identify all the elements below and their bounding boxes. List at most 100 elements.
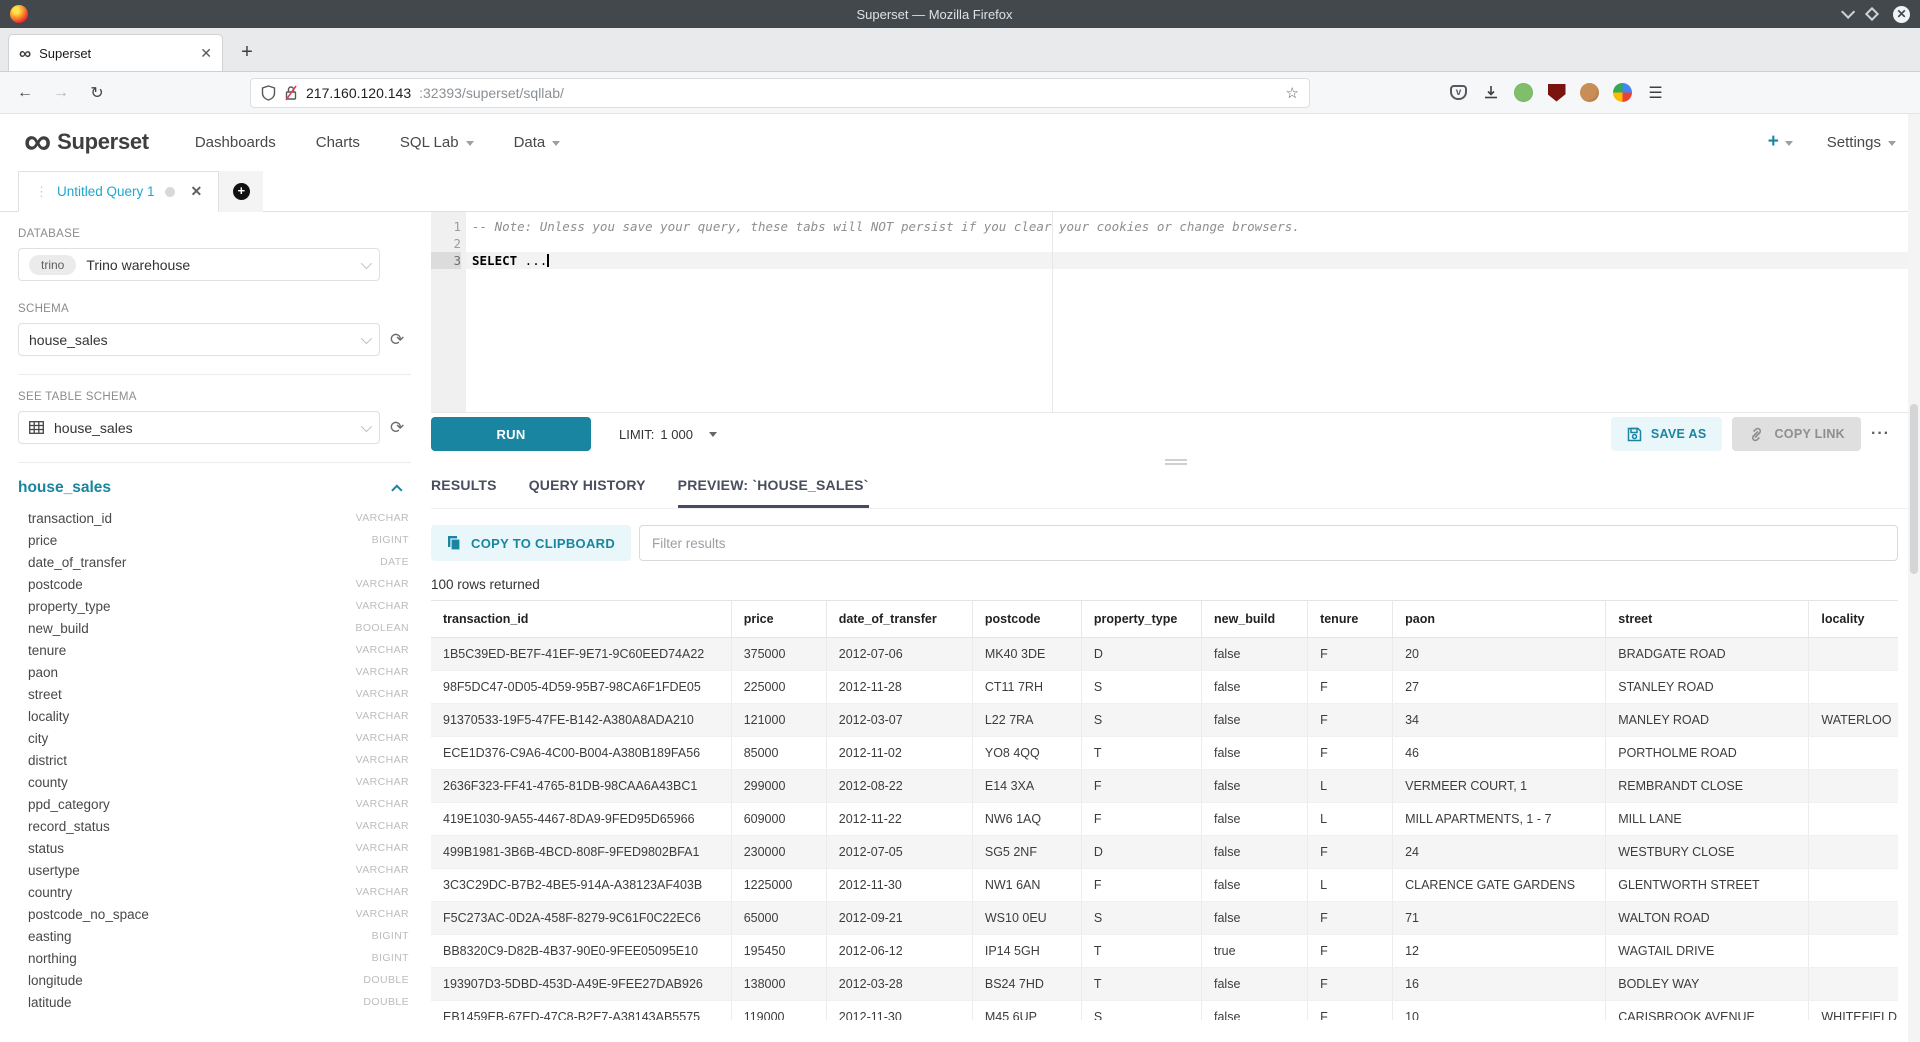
- table-cell: 34: [1393, 704, 1606, 737]
- resize-grip[interactable]: [431, 455, 1920, 469]
- collapse-chevron-icon[interactable]: [391, 484, 402, 495]
- editor-code[interactable]: -- Note: Unless you save your query, the…: [466, 212, 1920, 412]
- insecure-lock-icon[interactable]: [284, 85, 298, 101]
- column-item[interactable]: countyVARCHAR: [18, 771, 411, 793]
- table-cell: GLENTWORTH STREET: [1606, 869, 1809, 902]
- column-header[interactable]: transaction_id: [431, 601, 731, 638]
- bookmark-star-icon[interactable]: ☆: [1286, 84, 1299, 102]
- column-header[interactable]: date_of_transfer: [826, 601, 972, 638]
- copy-link-button[interactable]: COPY LINK: [1732, 417, 1861, 451]
- table-cell: 2012-03-28: [826, 968, 972, 1001]
- column-item[interactable]: streetVARCHAR: [18, 683, 411, 705]
- download-icon[interactable]: [1481, 83, 1500, 102]
- column-item[interactable]: tenureVARCHAR: [18, 639, 411, 661]
- column-item[interactable]: cityVARCHAR: [18, 727, 411, 749]
- column-type: VARCHAR: [356, 710, 409, 722]
- scrollbar-thumb[interactable]: [1910, 404, 1918, 574]
- minimize-icon[interactable]: [1841, 5, 1855, 19]
- column-header[interactable]: locality: [1809, 601, 1898, 638]
- results-tab-query-history[interactable]: QUERY HISTORY: [529, 477, 646, 508]
- run-button[interactable]: RUN: [431, 417, 591, 451]
- column-item[interactable]: property_typeVARCHAR: [18, 595, 411, 617]
- more-options-button[interactable]: ···: [1871, 425, 1890, 443]
- url-bar[interactable]: 217.160.120.143:32393/superset/sqllab/ ☆: [250, 78, 1310, 108]
- nav-item-sql-lab[interactable]: SQL Lab: [400, 134, 474, 151]
- column-item[interactable]: date_of_transferDATE: [18, 551, 411, 573]
- column-item[interactable]: postcode_no_spaceVARCHAR: [18, 903, 411, 925]
- new-tab-button[interactable]: +: [231, 36, 263, 68]
- column-header[interactable]: paon: [1393, 601, 1606, 638]
- column-item[interactable]: countryVARCHAR: [18, 881, 411, 903]
- results-table-container[interactable]: transaction_idpricedate_of_transferpostc…: [431, 600, 1920, 1020]
- results-tab-preview[interactable]: PREVIEW: `HOUSE_SALES`: [678, 477, 869, 508]
- nav-item-dashboards[interactable]: Dashboards: [195, 134, 276, 151]
- column-header[interactable]: tenure: [1308, 601, 1393, 638]
- column-name: status: [28, 841, 64, 856]
- nav-item-data[interactable]: Data: [514, 134, 561, 151]
- ublock-icon[interactable]: [1547, 83, 1566, 102]
- pocket-icon[interactable]: v: [1450, 85, 1467, 100]
- column-item[interactable]: northingBIGINT: [18, 947, 411, 969]
- maximize-icon[interactable]: [1865, 7, 1879, 21]
- column-header[interactable]: price: [731, 601, 826, 638]
- column-item[interactable]: localityVARCHAR: [18, 705, 411, 727]
- column-item[interactable]: record_statusVARCHAR: [18, 815, 411, 837]
- nav-items: Dashboards Charts SQL Lab Data: [195, 134, 560, 151]
- sql-editor[interactable]: 123 -- Note: Unless you save your query,…: [431, 212, 1920, 412]
- schema-select[interactable]: house_sales: [18, 323, 380, 356]
- table-cell: WAGTAIL DRIVE: [1606, 935, 1809, 968]
- privacy-badger-icon[interactable]: [1514, 83, 1533, 102]
- table-title[interactable]: house_sales: [18, 479, 111, 497]
- drag-handle-icon[interactable]: ⋮: [35, 184, 47, 200]
- copy-to-clipboard-button[interactable]: COPY TO CLIPBOARD: [431, 525, 631, 561]
- nav-item-charts[interactable]: Charts: [316, 134, 360, 151]
- back-icon[interactable]: ←: [12, 84, 38, 102]
- database-select[interactable]: trino Trino warehouse: [18, 248, 380, 281]
- close-window-icon[interactable]: ✕: [1893, 6, 1910, 23]
- table-select[interactable]: house_sales: [18, 411, 380, 444]
- column-header[interactable]: property_type: [1081, 601, 1201, 638]
- column-type: VARCHAR: [356, 908, 409, 920]
- page-scrollbar[interactable]: [1908, 114, 1920, 1042]
- gutter-line-number: 1: [431, 218, 461, 235]
- column-item[interactable]: eastingBIGINT: [18, 925, 411, 947]
- column-header[interactable]: postcode: [972, 601, 1081, 638]
- browser-tab[interactable]: ∞ Superset ✕: [8, 34, 223, 71]
- column-name: date_of_transfer: [28, 555, 126, 570]
- extension-asterisk-icon[interactable]: [1613, 83, 1632, 102]
- column-item[interactable]: usertypeVARCHAR: [18, 859, 411, 881]
- limit-dropdown[interactable]: LIMIT: 1 000: [619, 427, 717, 442]
- query-tab[interactable]: ⋮ Untitled Query 1 ✕: [18, 171, 219, 212]
- column-item[interactable]: new_buildBOOLEAN: [18, 617, 411, 639]
- column-header[interactable]: new_build: [1202, 601, 1308, 638]
- menu-icon[interactable]: ☰: [1646, 83, 1665, 102]
- column-item[interactable]: paonVARCHAR: [18, 661, 411, 683]
- column-item[interactable]: districtVARCHAR: [18, 749, 411, 771]
- close-query-tab-icon[interactable]: ✕: [191, 183, 203, 200]
- tracking-shield-icon[interactable]: [261, 85, 276, 101]
- url-host: 217.160.120.143: [306, 85, 411, 101]
- reload-icon[interactable]: ↻: [84, 83, 110, 103]
- cookie-extension-icon[interactable]: [1580, 83, 1599, 102]
- column-item[interactable]: priceBIGINT: [18, 529, 411, 551]
- filter-results-input[interactable]: [639, 525, 1898, 561]
- column-item[interactable]: postcodeVARCHAR: [18, 573, 411, 595]
- column-type: VARCHAR: [356, 776, 409, 788]
- results-tab-results[interactable]: RESULTS: [431, 477, 497, 508]
- close-tab-icon[interactable]: ✕: [200, 45, 212, 62]
- column-item[interactable]: transaction_idVARCHAR: [18, 507, 411, 529]
- column-item[interactable]: statusVARCHAR: [18, 837, 411, 859]
- add-new-button[interactable]: +: [1768, 131, 1793, 153]
- column-item[interactable]: latitudeDOUBLE: [18, 991, 411, 1013]
- column-name: new_build: [28, 621, 89, 636]
- settings-menu[interactable]: Settings: [1827, 134, 1896, 151]
- column-item[interactable]: longitudeDOUBLE: [18, 969, 411, 991]
- add-query-tab-button[interactable]: +: [219, 171, 263, 212]
- refresh-tables-icon[interactable]: ⟳: [390, 418, 404, 438]
- column-header[interactable]: street: [1606, 601, 1809, 638]
- superset-brand[interactable]: ∞ Superset: [24, 127, 149, 157]
- table-cell: SG5 2NF: [972, 836, 1081, 869]
- column-item[interactable]: ppd_categoryVARCHAR: [18, 793, 411, 815]
- save-as-button[interactable]: SAVE AS: [1611, 417, 1723, 451]
- refresh-schemas-icon[interactable]: ⟳: [390, 330, 404, 350]
